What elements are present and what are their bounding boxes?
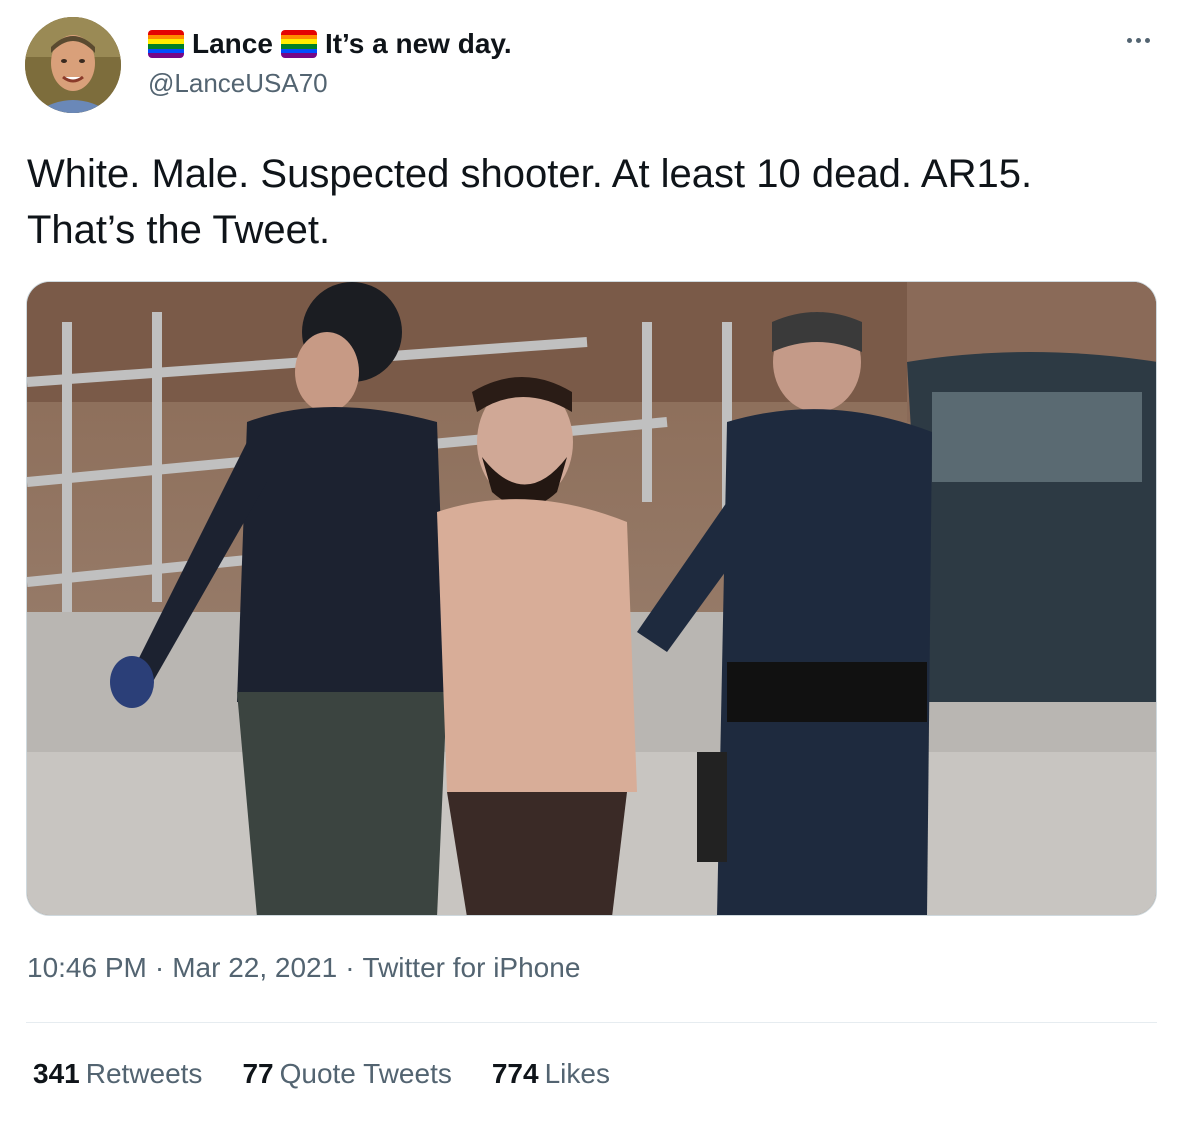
quotes-count: 77 xyxy=(242,1058,274,1089)
display-name-part1: Lance xyxy=(192,28,273,59)
likes-count: 774 xyxy=(491,1058,539,1089)
ellipsis-icon xyxy=(1126,37,1132,43)
quote-tweets-stat[interactable]: 77 Quote Tweets xyxy=(242,1058,451,1090)
ellipsis-icon xyxy=(1144,37,1150,43)
retweets-stat[interactable]: 341 Retweets xyxy=(33,1058,202,1090)
tweet-text: White. Male. Suspected shooter. At least… xyxy=(27,146,1157,258)
tweet-source[interactable]: Twitter for iPhone xyxy=(363,952,581,983)
retweets-label: Retweets xyxy=(85,1058,203,1089)
avatar-image xyxy=(25,17,121,113)
tweet-metadata: 10:46 PM · Mar 22, 2021 · Twitter for iPhone xyxy=(27,952,580,984)
separator: · xyxy=(345,952,355,983)
more-options-button[interactable] xyxy=(1120,22,1156,58)
retweets-count: 341 xyxy=(33,1058,80,1089)
likes-label: Likes xyxy=(544,1058,610,1089)
rainbow-flag-icon xyxy=(148,30,184,58)
avatar[interactable] xyxy=(25,17,121,113)
tweet-text-line: That’s the Tweet. xyxy=(27,208,331,252)
rainbow-flag-icon xyxy=(280,30,317,58)
ellipsis-icon xyxy=(1135,37,1141,43)
tweet-time[interactable]: 10:46 PM xyxy=(27,952,147,983)
tweet-date[interactable]: Mar 22, 2021 xyxy=(172,952,337,983)
user-handle[interactable]: @LanceUSA70 xyxy=(148,68,328,99)
tweet-text-line: White. Male. Suspected shooter. At least… xyxy=(27,152,1033,196)
display-name[interactable]: Lance It’s a new day. xyxy=(148,26,512,62)
arrest-photo xyxy=(27,282,1156,915)
separator: · xyxy=(154,952,165,983)
quotes-label: Quote Tweets xyxy=(279,1058,452,1089)
divider xyxy=(26,1022,1157,1023)
tweet-photo[interactable] xyxy=(26,281,1157,916)
likes-stat[interactable]: 774 Likes xyxy=(492,1058,610,1090)
display-name-part2: It’s a new day. xyxy=(324,28,512,59)
engagement-stats: 341 Retweets 77 Quote Tweets 774 Likes xyxy=(33,1058,650,1090)
